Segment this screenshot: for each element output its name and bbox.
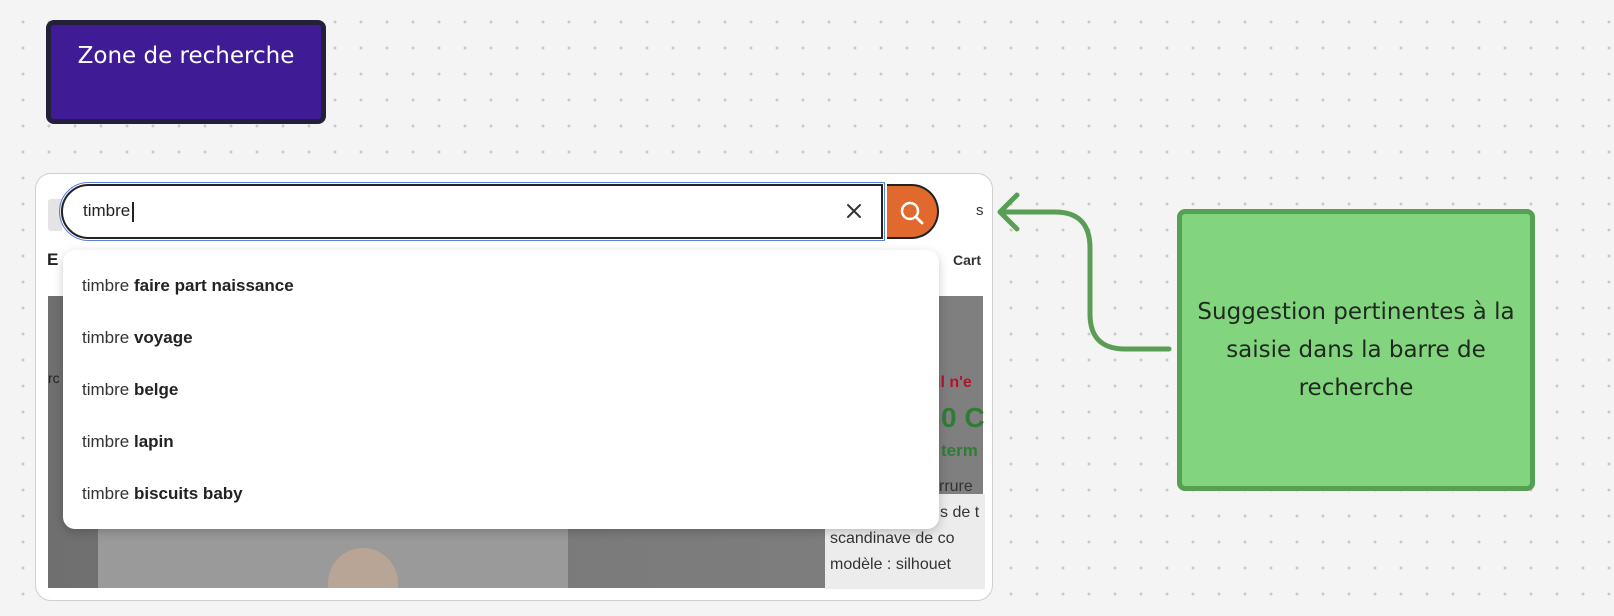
callout-note: Suggestion pertinentes à la saisie dans … <box>1177 209 1535 491</box>
callout-text: Suggestion pertinentes à la saisie dans … <box>1197 299 1515 401</box>
